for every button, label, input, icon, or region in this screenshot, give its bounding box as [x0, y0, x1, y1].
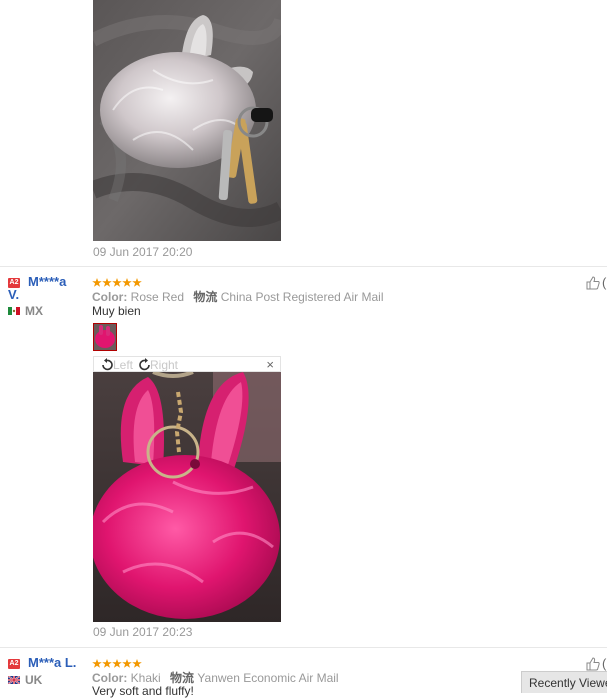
review-separator [0, 266, 607, 267]
uk-flag-icon [8, 676, 20, 684]
star-icon [92, 659, 102, 668]
order-info: Color: Rose Red 物流 China Post Registered… [92, 288, 384, 305]
color-label: Color: [92, 290, 128, 304]
reviewer-country: UK [25, 673, 43, 687]
rating-stars [92, 278, 142, 287]
reviewer-country: MX [25, 304, 43, 318]
buyer-level-badge: A2 [8, 659, 20, 669]
thumbs-up-icon[interactable] [586, 276, 600, 290]
reviewer-name: M***a L. [28, 655, 77, 670]
star-icon [132, 278, 142, 287]
color-label: Color: [92, 671, 128, 685]
like-count-bracket: ( [602, 275, 607, 290]
star-icon [112, 659, 122, 668]
star-icon [122, 278, 132, 287]
star-icon [112, 278, 122, 287]
like-count-bracket: ( [602, 656, 607, 671]
review-photo-large[interactable] [93, 0, 281, 241]
review-photo-thumbnail[interactable] [93, 323, 117, 351]
star-icon [132, 659, 142, 668]
shipping-label: 物流 [193, 290, 218, 304]
pink-pompom-keychain-image [93, 372, 281, 622]
review-photo-large[interactable] [93, 372, 281, 622]
thumbs-up-icon[interactable] [586, 657, 600, 671]
review-text: Muy bien [92, 304, 141, 318]
recently-viewed-button[interactable]: Recently Viewed [521, 671, 607, 693]
rating-stars [92, 659, 142, 668]
image-viewer-toolbar: Left Right × [93, 356, 281, 372]
review-date: 09 Jun 2017 20:23 [93, 625, 193, 639]
shipping-label: 物流 [170, 671, 195, 685]
pink-keychain-thumbnail-image [94, 324, 116, 350]
reviewer-name-line2: V. [8, 287, 20, 302]
color-value: Khaki [130, 671, 161, 685]
star-icon [102, 659, 112, 668]
star-icon [122, 659, 132, 668]
star-icon [92, 278, 102, 287]
rotate-left-label[interactable]: Left [113, 358, 133, 372]
reviewer-name: M****a [28, 274, 67, 289]
close-icon[interactable]: × [266, 357, 274, 372]
review-date: 09 Jun 2017 20:20 [93, 245, 193, 259]
mexico-flag-icon [8, 307, 20, 315]
rotate-right-label[interactable]: Right [150, 358, 178, 372]
review-separator [0, 647, 607, 648]
star-icon [102, 278, 112, 287]
shipping-method: Yanwen Economic Air Mail [197, 671, 339, 685]
color-value: Rose Red [130, 290, 185, 304]
rotate-left-icon[interactable] [100, 358, 114, 372]
review-text: Very soft and fluffy! [92, 684, 194, 698]
grey-pompom-keychain-image [93, 0, 281, 241]
shipping-method: China Post Registered Air Mail [220, 290, 384, 304]
